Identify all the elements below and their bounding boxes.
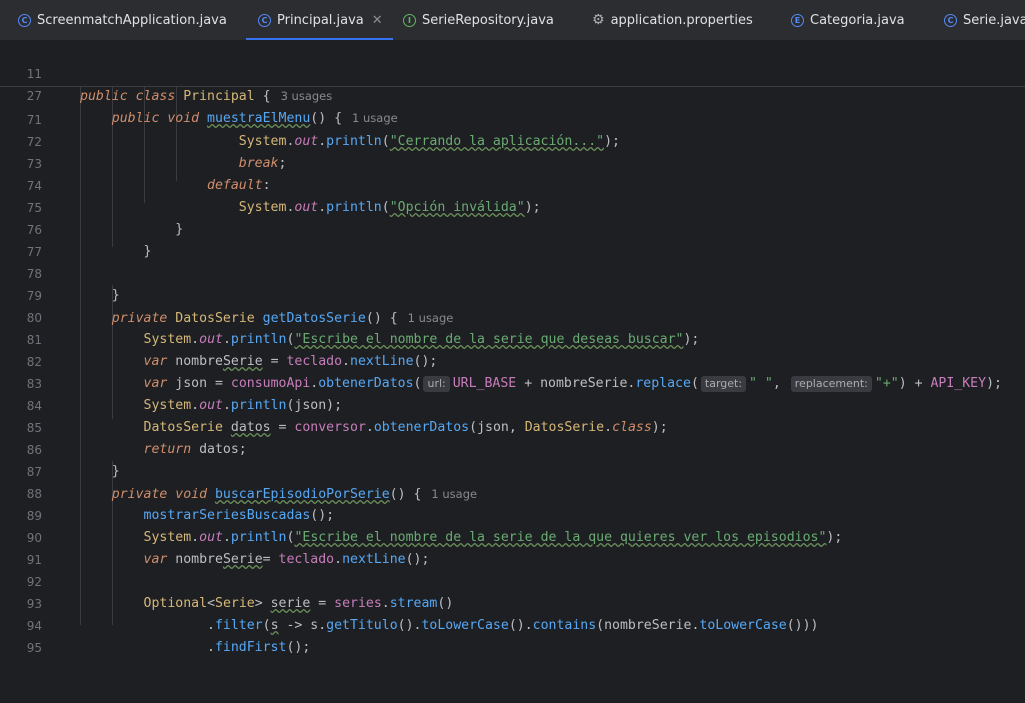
code-line: 93 .filter(s -> s.getTitulo().toLowerCas… [0, 571, 1025, 633]
tab-label: Categoria.java [810, 12, 905, 28]
class-icon: C [258, 13, 271, 27]
code-line: 71 System.out.println("Cerrando la aplic… [0, 87, 1025, 149]
code-line: 94 .findFirst(); [0, 593, 1025, 655]
code-line: 95 [0, 615, 1025, 655]
tab-principal[interactable]: C Principal.java ✕ [246, 0, 393, 40]
editor-tab-bar: C ScreenmatchApplication.java C Principa… [0, 0, 1025, 41]
tab-serie[interactable]: C Serie.java [944, 0, 1025, 40]
tab-serie-repository[interactable]: I SerieRepository.java [403, 0, 554, 40]
code-line: 11 public class Principal {3 usages [0, 41, 1025, 104]
code-line: 84 DatosSerie datos = conversor.obtenerD… [0, 373, 1025, 435]
code-line: 85 return datos; [0, 395, 1025, 457]
code-editor[interactable]: 11 public class Principal {3 usages 27 p… [0, 41, 1025, 655]
tab-label: ScreenmatchApplication.java [37, 12, 227, 28]
sticky-scroll-header: 11 public class Principal {3 usages 27 p… [0, 41, 1025, 126]
tab-screenmatch-application[interactable]: C ScreenmatchApplication.java [18, 0, 227, 40]
code-line: 76 } [0, 197, 1025, 259]
code-line: 92 Optional<Serie> serie = series.stream… [0, 549, 1025, 611]
code-line: 79 private DatosSerie getDatosSerie() {1… [0, 263, 1025, 326]
class-icon: C [18, 13, 31, 27]
code-line: 82 var json = consumoApi.obtenerDatos(ur… [0, 329, 1025, 392]
code-line: 89 System.out.println("Escribe el nombre… [0, 483, 1025, 545]
code-line: 81 var nombreSerie = teclado.nextLine(); [0, 307, 1025, 369]
tab-label: SerieRepository.java [422, 12, 554, 28]
class-icon: C [944, 13, 957, 27]
code-line: 77 [0, 219, 1025, 259]
tab-categoria[interactable]: E Categoria.java [791, 0, 905, 40]
code-line: 73 default: [0, 131, 1025, 193]
tab-application-properties[interactable]: ⚙ application.properties [592, 0, 753, 40]
enum-icon: E [791, 13, 804, 27]
code-line: 74 System.out.println("Opción inválida")… [0, 153, 1025, 215]
code-line: 27 public void muestraElMenu() {1 usage [0, 63, 1025, 126]
code-line: 87 private void buscarEpisodioPorSerie()… [0, 439, 1025, 502]
code-line: 86 } [0, 417, 1025, 479]
tab-label: application.properties [610, 12, 753, 28]
code-line: 75 } [0, 175, 1025, 237]
gear-icon: ⚙ [592, 12, 605, 28]
close-tab-icon[interactable]: ✕ [372, 13, 383, 28]
code-line: 90 var nombreSerie= teclado.nextLine(); [0, 505, 1025, 567]
code-line: 88 mostrarSeriesBuscadas(); [0, 461, 1025, 523]
line-number: 95 [26, 641, 42, 655]
interface-icon: I [403, 13, 416, 27]
code-line: 80 System.out.println("Escribe el nombre… [0, 285, 1025, 347]
code-line: 91 [0, 527, 1025, 567]
code-line: 72 break; [0, 109, 1025, 171]
tab-label: Principal.java [277, 12, 364, 28]
code-line: 78 } [0, 241, 1025, 303]
code-line: 83 System.out.println(json); [0, 351, 1025, 413]
tab-label: Serie.java [963, 12, 1025, 28]
